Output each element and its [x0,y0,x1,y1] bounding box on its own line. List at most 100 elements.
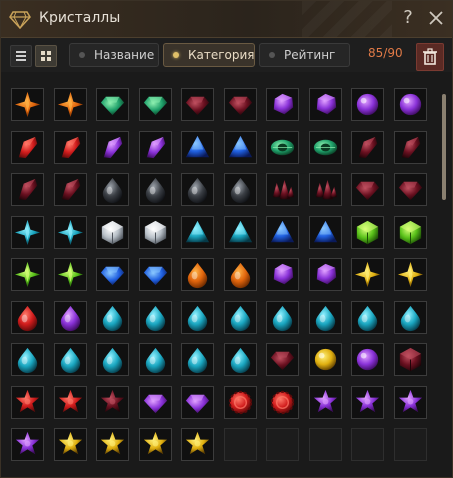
crystal-slot[interactable] [394,343,427,376]
crystal-slot[interactable] [54,343,87,376]
crystal-slot[interactable] [266,131,299,164]
crystal-slot[interactable] [266,173,299,206]
crystal-slot[interactable] [224,88,257,121]
crystal-slot[interactable] [181,216,214,249]
crystal-slot[interactable] [309,131,342,164]
crystal-slot[interactable] [54,258,87,291]
crystal-slot[interactable] [351,301,384,334]
sort-by-rating-button[interactable]: Рейтинг [259,43,350,67]
list-view-button[interactable] [10,45,32,67]
crystal-slot[interactable] [96,428,129,461]
crystal-slot[interactable] [11,386,44,419]
title-bar[interactable]: Кристаллы ? [1,1,452,38]
crystal-slot[interactable] [351,88,384,121]
crystal-slot[interactable] [96,343,129,376]
empty-slot[interactable] [351,428,384,461]
crystal-slot[interactable] [96,173,129,206]
crystal-slot[interactable] [54,428,87,461]
crystal-slot[interactable] [266,301,299,334]
crystal-slot[interactable] [224,343,257,376]
crystal-slot[interactable] [11,131,44,164]
crystal-slot[interactable] [394,258,427,291]
crystal-slot[interactable] [266,216,299,249]
crystal-slot[interactable] [309,88,342,121]
crystal-slot[interactable] [351,343,384,376]
crystal-slot[interactable] [266,88,299,121]
crystal-slot[interactable] [139,88,172,121]
scrollbar-thumb[interactable] [442,94,446,200]
crystal-slot[interactable] [351,258,384,291]
crystal-slot[interactable] [224,258,257,291]
crystal-slot[interactable] [11,88,44,121]
crystal-slot[interactable] [181,301,214,334]
crystal-slot[interactable] [139,131,172,164]
crystal-slot[interactable] [266,343,299,376]
crystal-slot[interactable] [54,301,87,334]
crystal-slot[interactable] [309,301,342,334]
sort-by-name-button[interactable]: Название [69,43,159,67]
sort-by-category-button[interactable]: Категория [163,43,255,67]
crystal-slot[interactable] [309,386,342,419]
crystal-slot[interactable] [181,88,214,121]
crystal-slot[interactable] [96,258,129,291]
empty-slot[interactable] [309,428,342,461]
crystal-slot[interactable] [96,301,129,334]
crystal-slot[interactable] [309,216,342,249]
crystal-slot[interactable] [96,216,129,249]
crystal-slot[interactable] [351,216,384,249]
crystal-slot[interactable] [11,301,44,334]
crystal-slot[interactable] [351,173,384,206]
crystal-slot[interactable] [139,301,172,334]
crystal-slot[interactable] [54,131,87,164]
crystal-slot[interactable] [266,258,299,291]
crystal-slot[interactable] [394,386,427,419]
crystal-slot[interactable] [266,386,299,419]
crystal-slot[interactable] [54,173,87,206]
crystal-slot[interactable] [11,258,44,291]
crystal-slot[interactable] [54,386,87,419]
crystal-slot[interactable] [351,386,384,419]
crystal-slot[interactable] [96,131,129,164]
crystal-slot[interactable] [139,173,172,206]
empty-slot[interactable] [224,428,257,461]
crystal-slot[interactable] [224,173,257,206]
grid-view-button[interactable] [35,45,57,67]
close-button[interactable] [425,7,447,29]
delete-button[interactable] [416,43,444,71]
help-button[interactable]: ? [397,7,419,29]
crystal-slot[interactable] [351,131,384,164]
crystal-slot[interactable] [139,343,172,376]
crystal-slot[interactable] [181,131,214,164]
crystal-slot[interactable] [139,428,172,461]
crystal-slot[interactable] [181,386,214,419]
crystal-slot[interactable] [139,258,172,291]
crystal-slot[interactable] [394,88,427,121]
empty-slot[interactable] [266,428,299,461]
crystal-slot[interactable] [394,216,427,249]
crystal-slot[interactable] [394,131,427,164]
crystal-slot[interactable] [309,173,342,206]
crystal-slot[interactable] [224,131,257,164]
crystal-slot[interactable] [96,386,129,419]
crystal-slot[interactable] [309,258,342,291]
crystal-slot[interactable] [394,301,427,334]
crystal-slot[interactable] [11,173,44,206]
crystal-slot[interactable] [224,386,257,419]
crystal-slot[interactable] [139,216,172,249]
crystal-slot[interactable] [139,386,172,419]
crystal-slot[interactable] [54,88,87,121]
crystal-slot[interactable] [11,216,44,249]
crystal-slot[interactable] [394,173,427,206]
crystal-slot[interactable] [309,343,342,376]
crystal-slot[interactable] [11,343,44,376]
crystal-slot[interactable] [224,216,257,249]
crystal-slot[interactable] [181,343,214,376]
crystal-slot[interactable] [224,301,257,334]
crystal-slot[interactable] [54,216,87,249]
crystal-slot[interactable] [96,88,129,121]
crystal-slot[interactable] [11,428,44,461]
crystal-slot[interactable] [181,428,214,461]
crystal-slot[interactable] [181,173,214,206]
crystal-slot[interactable] [181,258,214,291]
empty-slot[interactable] [394,428,427,461]
